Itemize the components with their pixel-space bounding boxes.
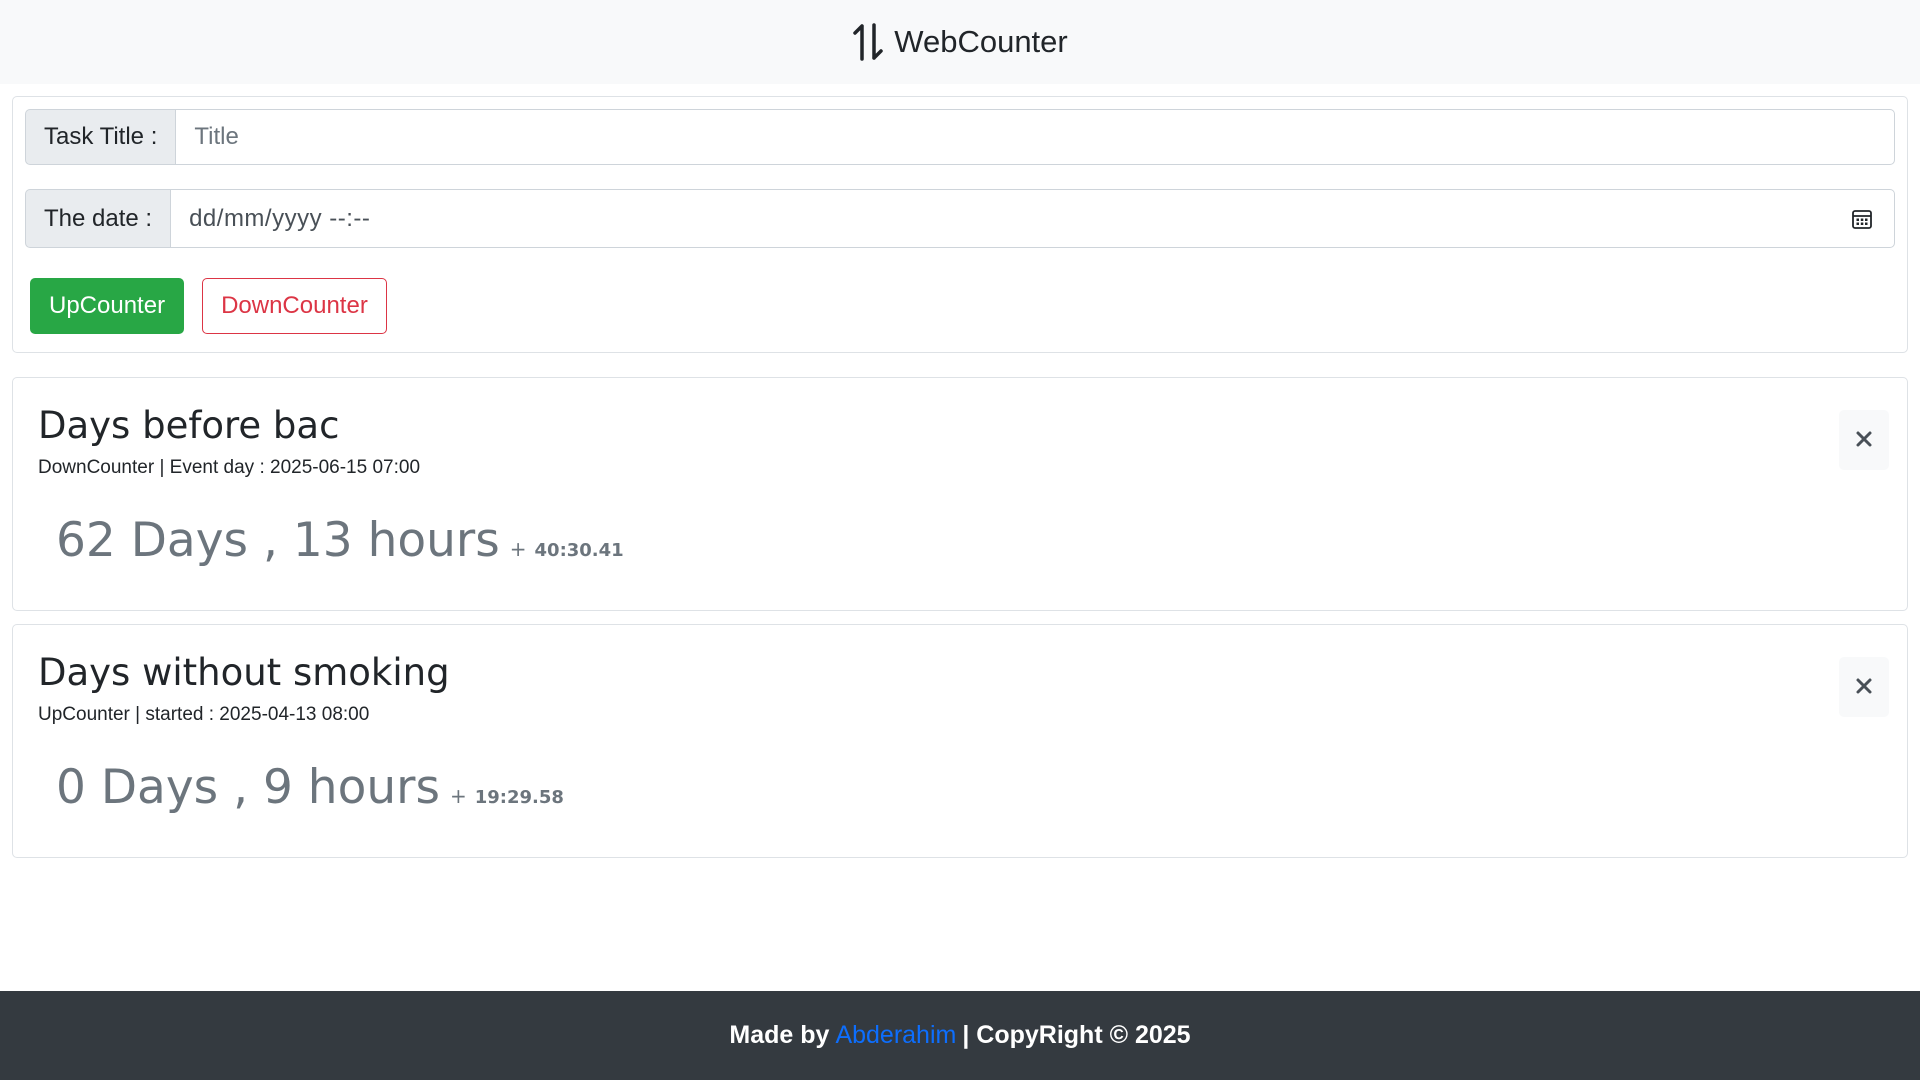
up-down-arrows-icon [852, 23, 888, 61]
counter-card: Days before bac DownCounter | Event day … [12, 377, 1908, 611]
footer-copyright: | CopyRight © 2025 [962, 1021, 1191, 1049]
counter-subtitle: UpCounter | started : 2025-04-13 08:00 [38, 704, 370, 725]
counter-days-hours: 0 Days , 9 hours [56, 760, 440, 815]
counter-minutes-seconds: 40:30.41 [534, 540, 624, 561]
counter-days-hours: 62 Days , 13 hours [56, 513, 500, 568]
counter-minutes-seconds: 19:29.58 [474, 787, 564, 808]
delete-counter-button[interactable] [1839, 410, 1889, 470]
counter-title: Days before bac [38, 404, 340, 447]
task-title-input[interactable] [194, 123, 1876, 151]
delete-counter-button[interactable] [1839, 657, 1889, 717]
page: WebCounter Task Title : The date : dd/mm… [0, 0, 1920, 1080]
close-icon [1855, 430, 1873, 451]
author-link[interactable]: Abderahim [835, 1021, 956, 1050]
counter-plus: + [449, 784, 467, 808]
date-label: The date : [25, 189, 171, 248]
footer-made-by: Made by [729, 1021, 830, 1049]
date-input-group: The date : dd/mm/yyyy --:-- [25, 189, 1895, 248]
footer: Made by Abderahim | CopyRight © 2025 [0, 991, 1920, 1080]
counter-value: 62 Days , 13 hours + 40:30.41 [56, 513, 624, 568]
counter-type-buttons: UpCounter DownCounter [25, 278, 1895, 334]
up-counter-button[interactable]: UpCounter [30, 278, 185, 334]
navbar: WebCounter [0, 0, 1920, 84]
counter-title: Days without smoking [38, 651, 450, 694]
brand-link[interactable]: WebCounter [852, 23, 1068, 61]
new-counter-form: Task Title : The date : dd/mm/yyyy --:-- [12, 96, 1908, 353]
counter-plus: + [509, 537, 527, 561]
calendar-icon[interactable] [1850, 207, 1874, 231]
counter-subtitle: DownCounter | Event day : 2025-06-15 07:… [38, 457, 421, 478]
brand-name: WebCounter [894, 24, 1068, 59]
task-title-label: Task Title : [25, 109, 176, 165]
counter-value: 0 Days , 9 hours + 19:29.58 [56, 760, 564, 815]
down-counter-button[interactable]: DownCounter [202, 278, 387, 334]
counter-card: Days without smoking UpCounter | started… [12, 624, 1908, 858]
date-placeholder: dd/mm/yyyy --:-- [189, 204, 371, 232]
title-field-wrapper [175, 109, 1895, 165]
close-icon [1855, 677, 1873, 698]
date-field[interactable]: dd/mm/yyyy --:-- [170, 189, 1895, 248]
title-input-group: Task Title : [25, 109, 1895, 165]
